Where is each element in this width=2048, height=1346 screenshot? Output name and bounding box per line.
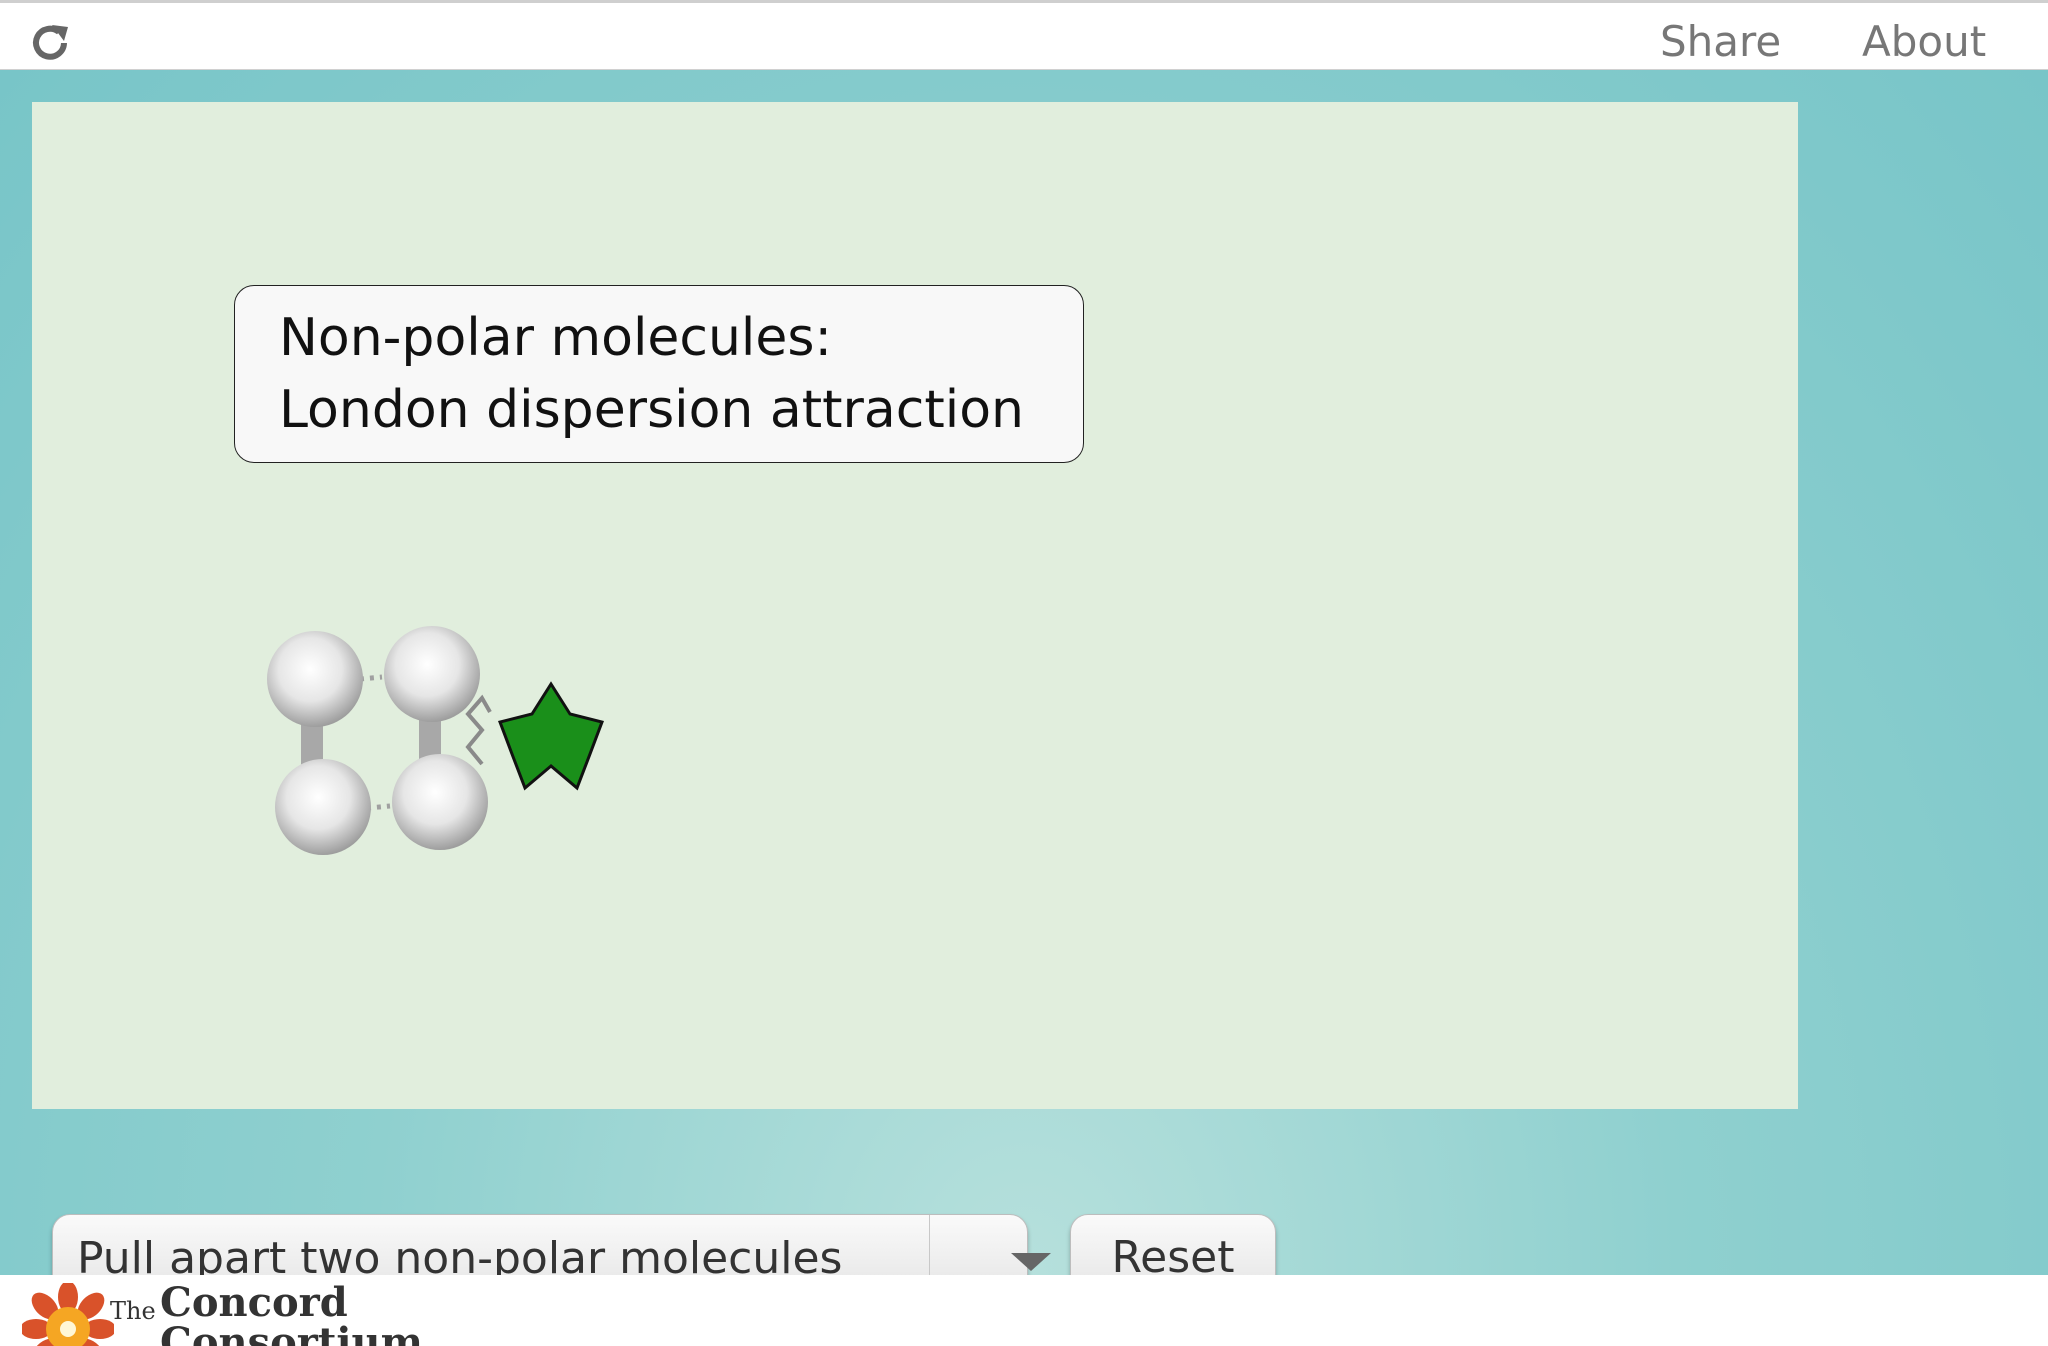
- reload-icon[interactable]: [28, 21, 72, 65]
- footer-logo-name-line1: Concord: [160, 1279, 348, 1326]
- callout-line-2: London dispersion attraction: [279, 380, 1024, 440]
- footer-logo-the: The: [110, 1297, 156, 1325]
- footer-logo-name: Concord Consortium: [160, 1283, 423, 1346]
- drag-star-icon[interactable]: [498, 681, 604, 791]
- chevron-down-icon: [1011, 1253, 1051, 1271]
- atom-bottom-right: [392, 754, 488, 850]
- share-link[interactable]: Share: [1660, 17, 1781, 66]
- simulation-stage: Non-polar molecules: London dispersion a…: [0, 70, 2048, 1302]
- callout-box: Non-polar molecules: London dispersion a…: [234, 285, 1084, 463]
- callout-line-1: Non-polar molecules:: [279, 308, 832, 368]
- footer: The Concord Consortium: [0, 1275, 2048, 1346]
- atom-bottom-left: [275, 759, 371, 855]
- molecule-pair[interactable]: [242, 622, 622, 862]
- atom-top-left: [267, 631, 363, 727]
- about-link[interactable]: About: [1862, 17, 1986, 66]
- footer-logo-name-line2: Consortium: [160, 1319, 423, 1346]
- model-viewport[interactable]: Non-polar molecules: London dispersion a…: [32, 102, 1798, 1109]
- concord-logo-icon[interactable]: [22, 1283, 114, 1346]
- pull-spring: [465, 694, 492, 766]
- top-bar: Share About: [0, 0, 2048, 70]
- atom-top-right: [384, 626, 480, 722]
